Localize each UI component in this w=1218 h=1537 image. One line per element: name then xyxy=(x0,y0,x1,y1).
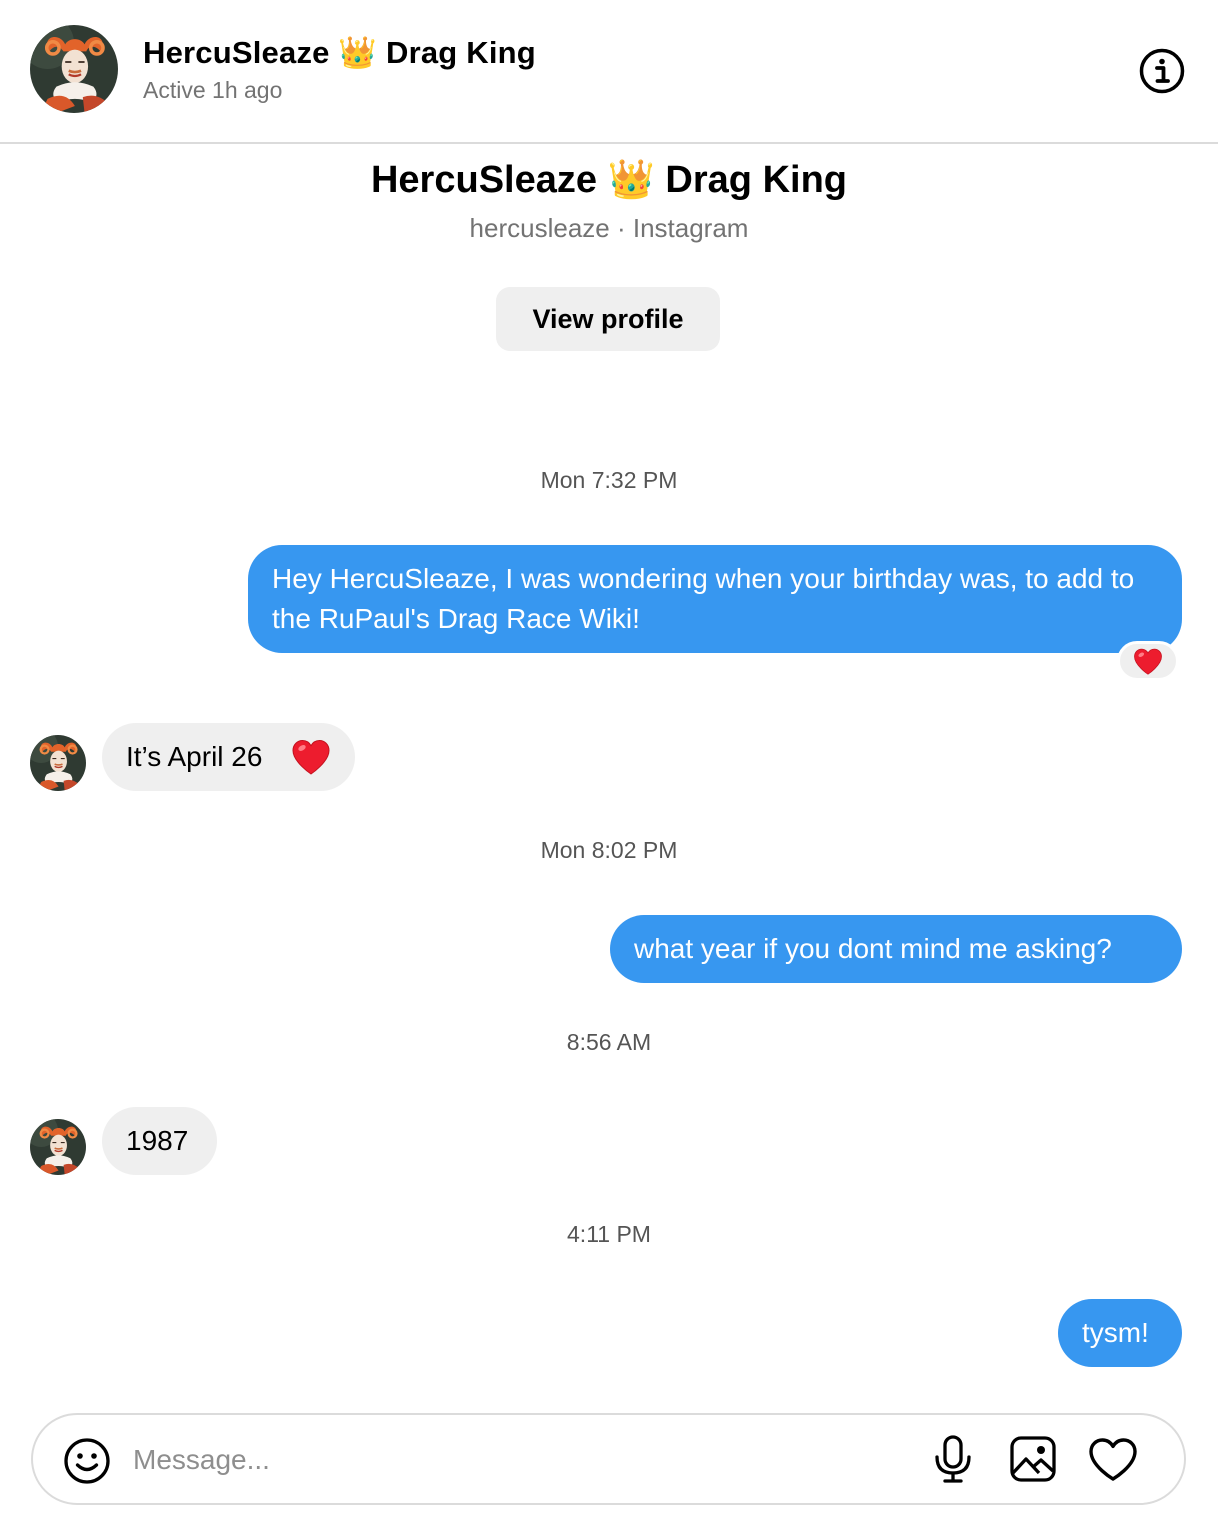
emoji-button[interactable] xyxy=(63,1437,111,1485)
view-profile-button[interactable]: View profile xyxy=(496,287,720,351)
emoji-icon xyxy=(64,1438,110,1484)
dm-thread: HercuSleaze 👑 Drag King Active 1h ago He… xyxy=(0,0,1218,1537)
avatar[interactable] xyxy=(30,25,118,113)
message-outgoing[interactable]: Hey HercuSleaze, I was wondering when yo… xyxy=(248,545,1182,653)
message-input[interactable] xyxy=(133,1433,893,1487)
image-icon xyxy=(1010,1436,1056,1482)
avatar[interactable] xyxy=(30,735,86,791)
voice-message-button[interactable] xyxy=(931,1435,975,1485)
info-icon xyxy=(1139,48,1185,94)
profile-subtitle: hercusleaze · Instagram xyxy=(469,213,749,243)
avatar-image xyxy=(30,735,86,791)
message-reaction[interactable] xyxy=(1117,641,1179,681)
header-username[interactable]: HercuSleaze 👑 Drag King xyxy=(143,34,536,71)
message-composer xyxy=(31,1413,1186,1505)
like-button[interactable] xyxy=(1088,1437,1138,1483)
red-heart-icon xyxy=(291,739,331,775)
add-photo-button[interactable] xyxy=(1009,1435,1057,1483)
timestamp: 4:11 PM xyxy=(567,1221,651,1247)
profile-name: HercuSleaze 👑 Drag King xyxy=(370,159,847,201)
message-outgoing[interactable]: tysm! xyxy=(1058,1299,1182,1367)
timestamp: Mon 7:32 PM xyxy=(540,467,678,493)
message-outgoing[interactable]: what year if you dont mind me asking? xyxy=(610,915,1182,983)
active-status: Active 1h ago xyxy=(143,77,283,103)
thread-header: HercuSleaze 👑 Drag King Active 1h ago xyxy=(0,0,1218,144)
message-incoming[interactable]: 1987 xyxy=(102,1107,217,1175)
microphone-icon xyxy=(935,1435,971,1483)
avatar-image xyxy=(30,1119,86,1175)
timestamp: Mon 8:02 PM xyxy=(540,837,678,863)
message-incoming[interactable]: It’s April 26 xyxy=(102,723,355,791)
info-button[interactable] xyxy=(1138,47,1186,95)
avatar-image xyxy=(30,25,118,113)
heart-icon xyxy=(1089,1438,1137,1481)
red-heart-icon xyxy=(1133,648,1163,675)
avatar[interactable] xyxy=(30,1119,86,1175)
timestamp: 8:56 AM xyxy=(566,1029,652,1055)
message-text: It’s April 26 xyxy=(126,741,263,772)
